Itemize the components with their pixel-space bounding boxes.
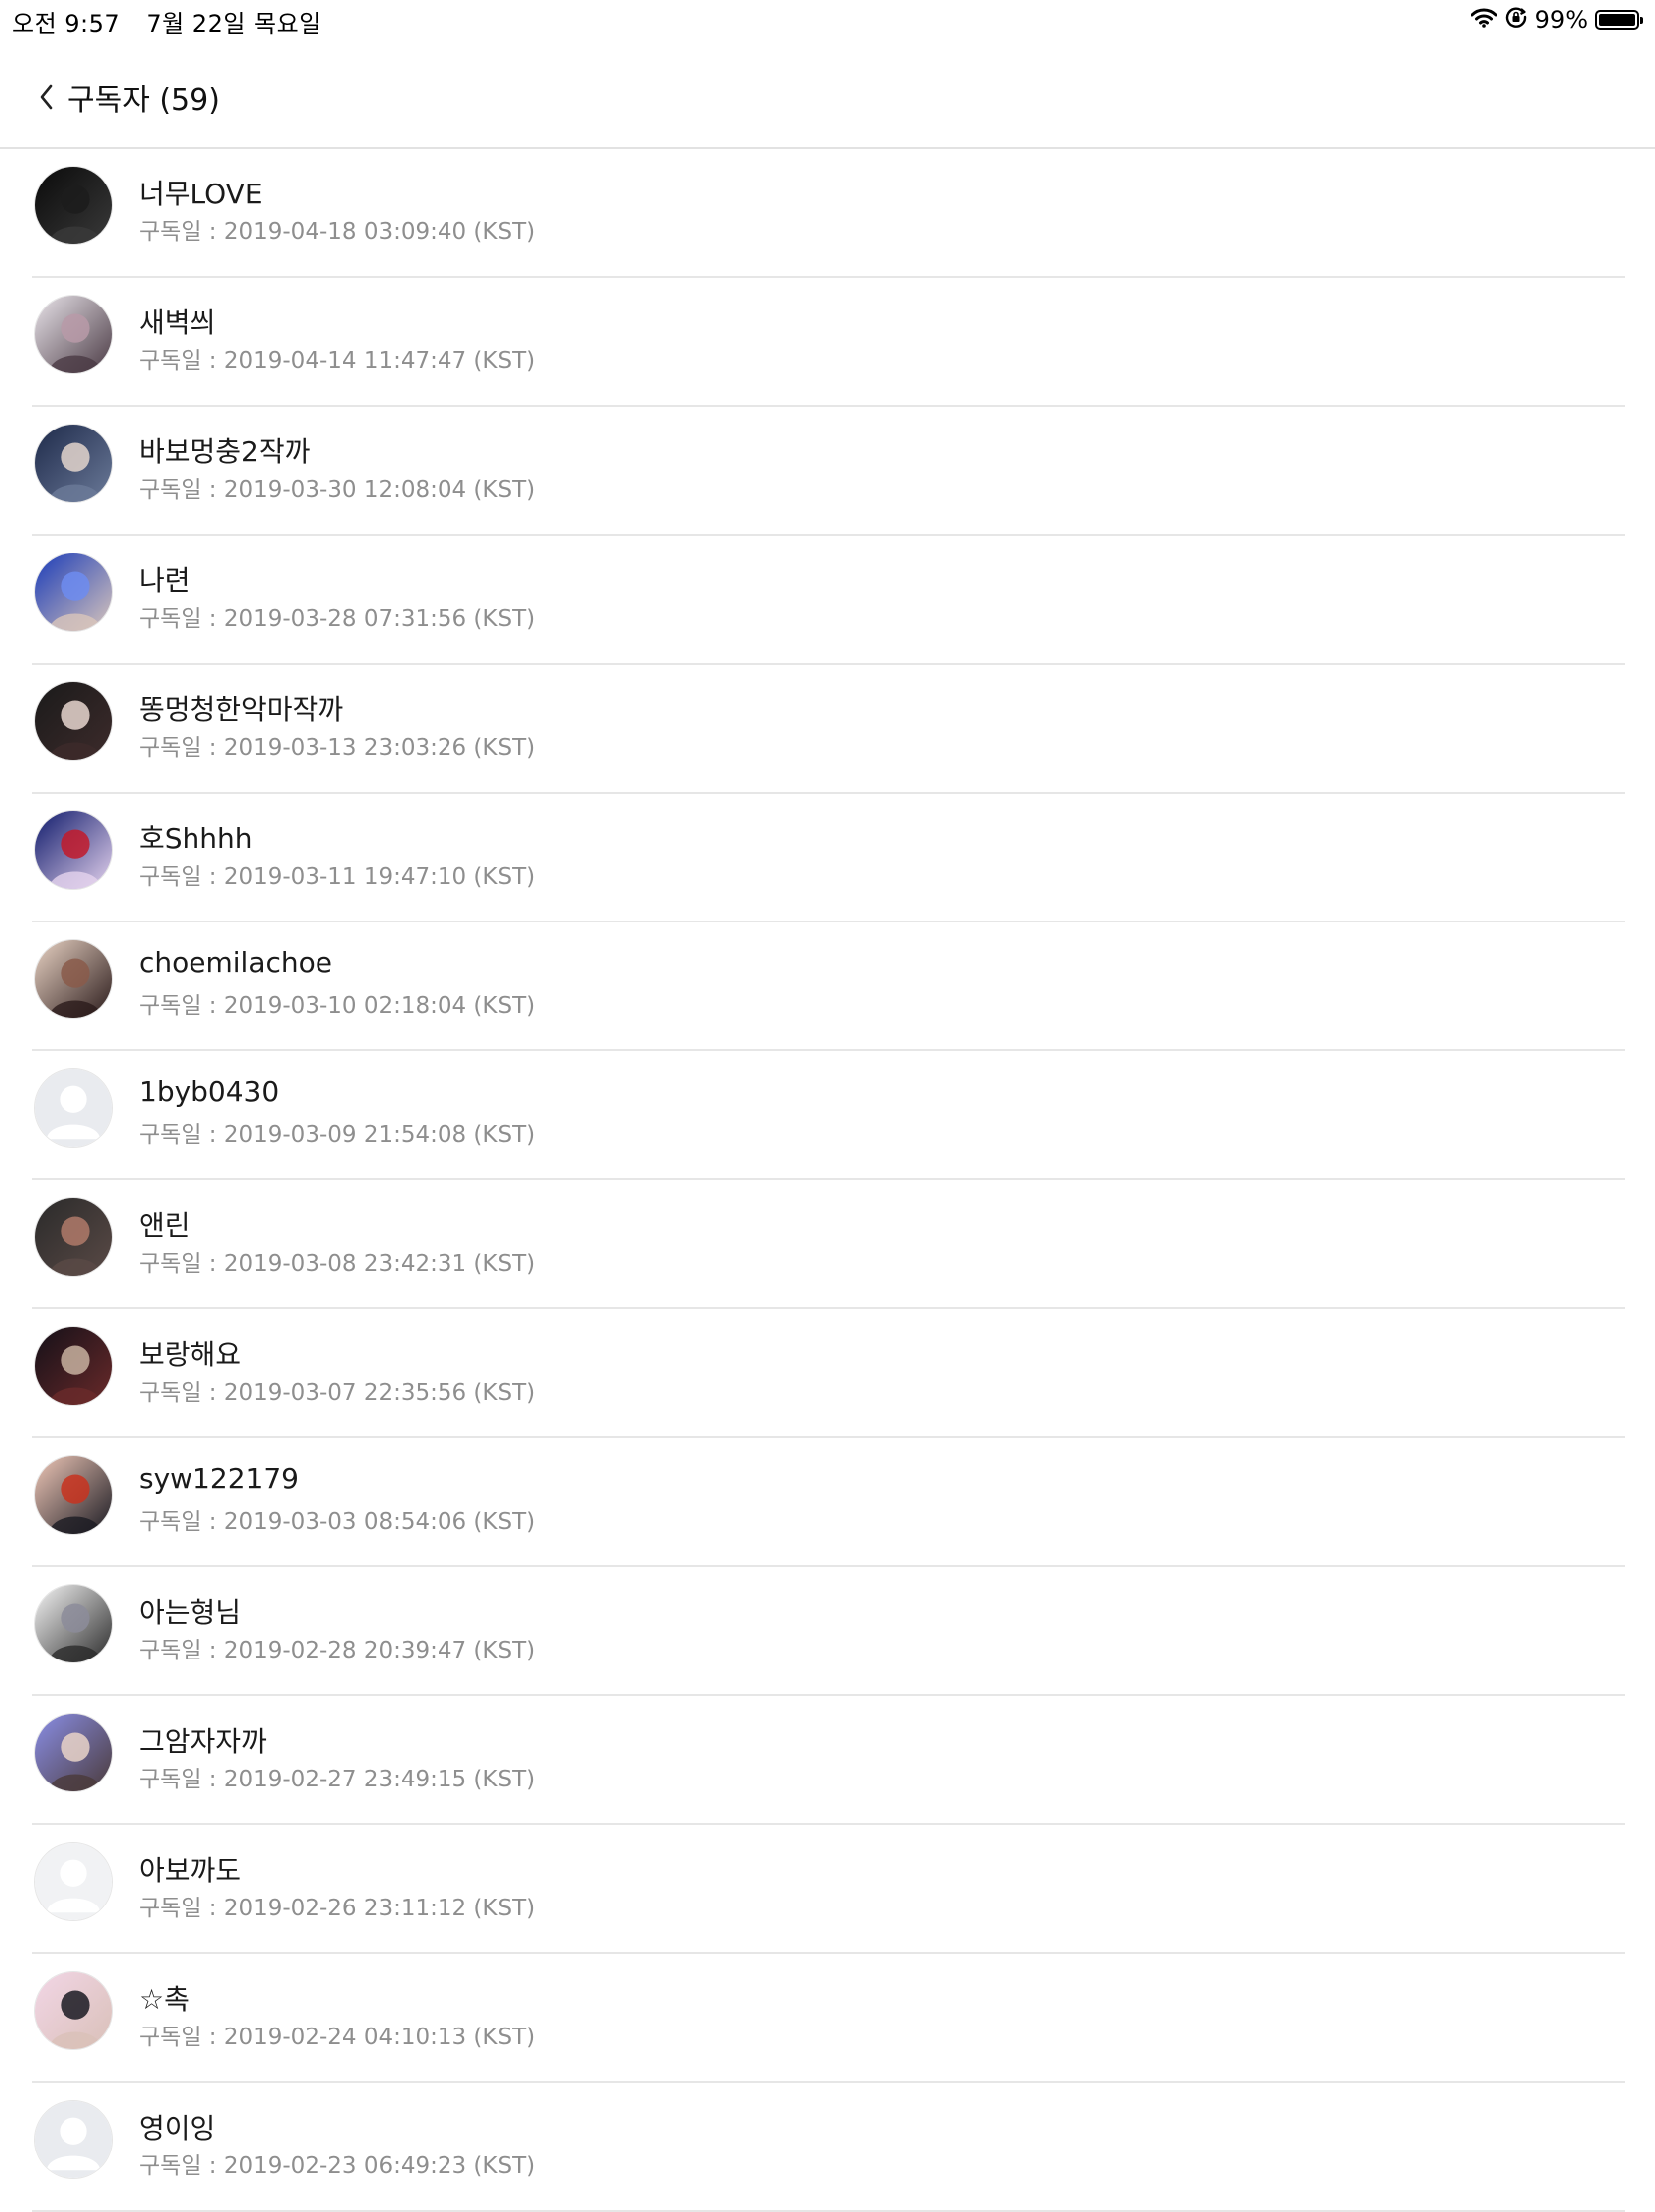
subscriber-name: 아보까도 [139, 1854, 242, 1887]
battery-fill [1599, 14, 1635, 26]
default-avatar-icon[interactable] [34, 1842, 113, 1921]
avatar[interactable] [34, 1713, 113, 1792]
avatar[interactable] [34, 1584, 113, 1663]
avatar[interactable] [34, 1455, 113, 1535]
status-date: 7월 22일 목요일 [146, 10, 321, 38]
avatar[interactable] [34, 295, 113, 374]
subscriber-row[interactable]: 너무LOVE 구독일 : 2019-04-18 03:09:40 (KST) [32, 149, 1625, 278]
page-title: 구독자 (59) [67, 83, 220, 118]
default-avatar-icon[interactable] [34, 1068, 113, 1148]
subscriber-name: 나련 [139, 564, 191, 597]
subscription-date: 구독일 : 2019-02-28 20:39:47 (KST) [139, 1638, 536, 1663]
subscriber-row[interactable]: 아보까도구독일 : 2019-02-26 23:11:12 (KST) [32, 1825, 1625, 1954]
subscriber-name: 그암자자까 [139, 1725, 267, 1758]
battery-percent: 99% [1534, 6, 1588, 34]
avatar[interactable] [34, 424, 113, 503]
subscription-date: 구독일 : 2019-03-08 23:42:31 (KST) [139, 1251, 536, 1277]
subscriber-row[interactable]: 1byb0430 구독일 : 2019-03-09 21:54:08 (KST) [32, 1051, 1625, 1180]
avatar[interactable] [34, 1971, 113, 2050]
avatar[interactable] [34, 553, 113, 632]
wifi-icon [1470, 6, 1498, 34]
subscriber-name: 너무LOVE [139, 178, 263, 210]
chevron-left-icon[interactable] [34, 80, 64, 114]
subscriber-name: 영이잉 [139, 2112, 216, 2145]
subscription-date: 구독일 : 2019-04-14 11:47:47 (KST) [139, 348, 536, 374]
subscriber-row[interactable]: 앤린구독일 : 2019-03-08 23:42:31 (KST) [32, 1180, 1625, 1309]
subscriber-row[interactable]: 영이잉구독일 : 2019-02-23 06:49:23 (KST) [32, 2083, 1625, 2212]
subscription-date: 구독일 : 2019-03-11 19:47:10 (KST) [139, 864, 536, 890]
subscriber-row[interactable]: syw122179 구독일 : 2019-03-03 08:54:06 (KST) [32, 1438, 1625, 1567]
avatar[interactable] [34, 166, 113, 245]
subscription-date: 구독일 : 2019-02-26 23:11:12 (KST) [139, 1896, 536, 1921]
subscription-date: 구독일 : 2019-03-07 22:35:56 (KST) [139, 1380, 536, 1406]
subscription-date: 구독일 : 2019-04-18 03:09:40 (KST) [139, 219, 536, 245]
avatar[interactable] [34, 939, 113, 1019]
subscriber-name: 1byb0430 [139, 1075, 280, 1108]
battery-icon [1595, 10, 1643, 30]
subscriber-row[interactable]: 바보멍충2작까구독일 : 2019-03-30 12:08:04 (KST) [32, 407, 1625, 536]
subscriber-row[interactable]: 그암자자까구독일 : 2019-02-27 23:49:15 (KST) [32, 1696, 1625, 1825]
subscriber-list: 너무LOVE 구독일 : 2019-04-18 03:09:40 (KST) 새벽씌… [0, 149, 1655, 2212]
subscription-date: 구독일 : 2019-03-13 23:03:26 (KST) [139, 735, 536, 761]
subscriber-name: 보랑해요 [139, 1338, 242, 1371]
subscriber-name: 아는형님 [139, 1596, 242, 1629]
status-left: 오전 9:57 7월 22일 목요일 [12, 4, 321, 39]
subscriber-name: 새벽씌 [139, 307, 216, 339]
subscriber-row[interactable]: 나련구독일 : 2019-03-28 07:31:56 (KST) [32, 536, 1625, 665]
subscription-date: 구독일 : 2019-03-28 07:31:56 (KST) [139, 606, 536, 632]
status-right: 99% [1470, 6, 1643, 34]
subscriber-name: ☆촉 [139, 1983, 190, 2016]
orientation-lock-icon [1505, 6, 1527, 34]
subscription-date: 구독일 : 2019-02-27 23:49:15 (KST) [139, 1767, 536, 1792]
subscription-date: 구독일 : 2019-03-03 08:54:06 (KST) [139, 1509, 536, 1535]
subscription-date: 구독일 : 2019-02-23 06:49:23 (KST) [139, 2153, 536, 2179]
subscriber-name: choemilachoe [139, 946, 332, 979]
status-bar: 오전 9:57 7월 22일 목요일 99% [0, 0, 1655, 40]
subscriber-row[interactable]: 아는형님구독일 : 2019-02-28 20:39:47 (KST) [32, 1567, 1625, 1696]
subscriber-row[interactable]: 새벽씌구독일 : 2019-04-14 11:47:47 (KST) [32, 278, 1625, 407]
default-avatar-icon[interactable] [34, 2100, 113, 2179]
subscriber-row[interactable]: 똥멍청한악마작까구독일 : 2019-03-13 23:03:26 (KST) [32, 665, 1625, 794]
subscription-date: 구독일 : 2019-03-09 21:54:08 (KST) [139, 1122, 536, 1148]
subscriber-row[interactable]: ☆촉구독일 : 2019-02-24 04:10:13 (KST) [32, 1954, 1625, 2083]
subscriber-row[interactable]: 보랑해요구독일 : 2019-03-07 22:35:56 (KST) [32, 1309, 1625, 1438]
subscriber-name: 똥멍청한악마작까 [139, 693, 344, 726]
avatar[interactable] [34, 681, 113, 761]
subscriber-row[interactable]: 호Shhhh 구독일 : 2019-03-11 19:47:10 (KST) [32, 794, 1625, 922]
subscription-date: 구독일 : 2019-03-10 02:18:04 (KST) [139, 993, 536, 1019]
subscription-date: 구독일 : 2019-03-30 12:08:04 (KST) [139, 477, 536, 503]
subscription-date: 구독일 : 2019-02-24 04:10:13 (KST) [139, 2025, 536, 2050]
status-time: 오전 9:57 [12, 10, 121, 38]
subscriber-name: 바보멍충2작까 [139, 435, 311, 468]
subscriber-name: 앤린 [139, 1209, 191, 1242]
back-button[interactable]: 구독자 (59) [34, 75, 220, 119]
navigation-bar: 구독자 (59) [0, 40, 1655, 149]
avatar[interactable] [34, 1326, 113, 1406]
subscriber-name: syw122179 [139, 1462, 299, 1495]
subscriber-name: 호Shhhh [139, 822, 253, 855]
subscriber-row[interactable]: choemilachoe 구독일 : 2019-03-10 02:18:04 (K… [32, 922, 1625, 1051]
avatar[interactable] [34, 810, 113, 890]
avatar[interactable] [34, 1197, 113, 1277]
